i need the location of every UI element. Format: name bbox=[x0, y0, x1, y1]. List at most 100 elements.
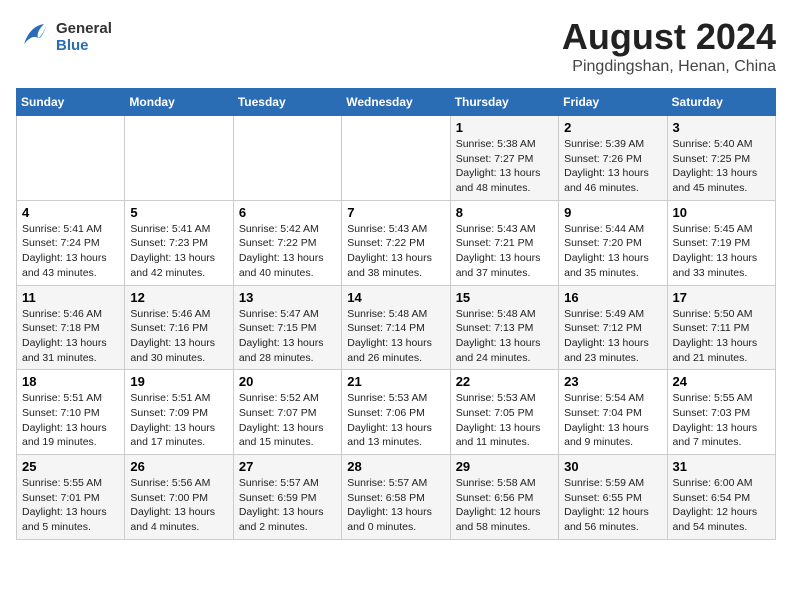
day-info: Sunrise: 5:41 AM Sunset: 7:23 PM Dayligh… bbox=[130, 222, 227, 281]
day-number: 16 bbox=[564, 290, 661, 305]
calendar-cell: 30 Sunrise: 5:59 AM Sunset: 6:55 PM Dayli… bbox=[559, 455, 667, 540]
day-number: 3 bbox=[673, 120, 770, 135]
week-row-4: 18 Sunrise: 5:51 AM Sunset: 7:10 PM Dayli… bbox=[17, 370, 776, 455]
header: General Blue August 2024 Pingdingshan, H… bbox=[16, 16, 776, 76]
day-info: Sunrise: 5:50 AM Sunset: 7:11 PM Dayligh… bbox=[673, 307, 770, 366]
day-number: 12 bbox=[130, 290, 227, 305]
logo: General Blue bbox=[16, 16, 112, 58]
calendar-cell bbox=[17, 116, 125, 201]
day-info: Sunrise: 5:45 AM Sunset: 7:19 PM Dayligh… bbox=[673, 222, 770, 281]
calendar-cell: 25 Sunrise: 5:55 AM Sunset: 7:01 PM Dayli… bbox=[17, 455, 125, 540]
day-number: 8 bbox=[456, 205, 553, 220]
day-info: Sunrise: 5:44 AM Sunset: 7:20 PM Dayligh… bbox=[564, 222, 661, 281]
calendar-cell: 8 Sunrise: 5:43 AM Sunset: 7:21 PM Daylig… bbox=[450, 200, 558, 285]
calendar-cell: 13Sunrise: 5:47 AM Sunset: 7:15 PM Dayli… bbox=[233, 285, 341, 370]
calendar-cell: 17Sunrise: 5:50 AM Sunset: 7:11 PM Dayli… bbox=[667, 285, 775, 370]
calendar-cell: 21 Sunrise: 5:53 AM Sunset: 7:06 PM Dayli… bbox=[342, 370, 450, 455]
day-info: Sunrise: 5:53 AM Sunset: 7:06 PM Dayligh… bbox=[347, 391, 444, 450]
calendar-cell: 20Sunrise: 5:52 AM Sunset: 7:07 PM Dayli… bbox=[233, 370, 341, 455]
day-number: 7 bbox=[347, 205, 444, 220]
header-day-wednesday: Wednesday bbox=[342, 89, 450, 116]
logo-bird-icon bbox=[16, 16, 52, 58]
day-info: Sunrise: 5:54 AM Sunset: 7:04 PM Dayligh… bbox=[564, 391, 661, 450]
day-number: 22 bbox=[456, 374, 553, 389]
day-info: Sunrise: 5:55 AM Sunset: 7:03 PM Dayligh… bbox=[673, 391, 770, 450]
day-info: Sunrise: 5:46 AM Sunset: 7:16 PM Dayligh… bbox=[130, 307, 227, 366]
day-info: Sunrise: 5:38 AM Sunset: 7:27 PM Dayligh… bbox=[456, 137, 553, 196]
day-number: 1 bbox=[456, 120, 553, 135]
day-number: 6 bbox=[239, 205, 336, 220]
calendar-cell: 7 Sunrise: 5:43 AM Sunset: 7:22 PM Daylig… bbox=[342, 200, 450, 285]
main-title: August 2024 bbox=[562, 16, 776, 58]
calendar-cell: 14 Sunrise: 5:48 AM Sunset: 7:14 PM Dayli… bbox=[342, 285, 450, 370]
header-day-saturday: Saturday bbox=[667, 89, 775, 116]
calendar-cell: 19Sunrise: 5:51 AM Sunset: 7:09 PM Dayli… bbox=[125, 370, 233, 455]
day-info: Sunrise: 5:58 AM Sunset: 6:56 PM Dayligh… bbox=[456, 476, 553, 535]
subtitle: Pingdingshan, Henan, China bbox=[562, 58, 776, 76]
header-day-thursday: Thursday bbox=[450, 89, 558, 116]
calendar-body: 1 Sunrise: 5:38 AM Sunset: 7:27 PM Daylig… bbox=[17, 116, 776, 540]
calendar-cell: 26 Sunrise: 5:56 AM Sunset: 7:00 PM Dayli… bbox=[125, 455, 233, 540]
day-info: Sunrise: 5:52 AM Sunset: 7:07 PM Dayligh… bbox=[239, 391, 336, 450]
calendar-cell: 23Sunrise: 5:54 AM Sunset: 7:04 PM Dayli… bbox=[559, 370, 667, 455]
calendar-header: SundayMondayTuesdayWednesdayThursdayFrid… bbox=[17, 89, 776, 116]
day-number: 4 bbox=[22, 205, 119, 220]
calendar-cell: 12 Sunrise: 5:46 AM Sunset: 7:16 PM Dayli… bbox=[125, 285, 233, 370]
calendar-cell: 2 Sunrise: 5:39 AM Sunset: 7:26 PM Daylig… bbox=[559, 116, 667, 201]
calendar-cell: 18 Sunrise: 5:51 AM Sunset: 7:10 PM Dayli… bbox=[17, 370, 125, 455]
day-info: Sunrise: 5:53 AM Sunset: 7:05 PM Dayligh… bbox=[456, 391, 553, 450]
day-number: 19 bbox=[130, 374, 227, 389]
day-info: Sunrise: 5:57 AM Sunset: 6:59 PM Dayligh… bbox=[239, 476, 336, 535]
day-number: 24 bbox=[673, 374, 770, 389]
calendar-cell bbox=[233, 116, 341, 201]
day-number: 28 bbox=[347, 459, 444, 474]
calendar-cell: 31 Sunrise: 6:00 AM Sunset: 6:54 PM Dayli… bbox=[667, 455, 775, 540]
day-number: 2 bbox=[564, 120, 661, 135]
day-number: 11 bbox=[22, 290, 119, 305]
day-number: 14 bbox=[347, 290, 444, 305]
day-number: 13 bbox=[239, 290, 336, 305]
calendar-cell bbox=[125, 116, 233, 201]
calendar-cell: 3 Sunrise: 5:40 AM Sunset: 7:25 PM Daylig… bbox=[667, 116, 775, 201]
day-info: Sunrise: 6:00 AM Sunset: 6:54 PM Dayligh… bbox=[673, 476, 770, 535]
calendar-cell bbox=[342, 116, 450, 201]
day-info: Sunrise: 5:43 AM Sunset: 7:21 PM Dayligh… bbox=[456, 222, 553, 281]
day-info: Sunrise: 5:55 AM Sunset: 7:01 PM Dayligh… bbox=[22, 476, 119, 535]
calendar-cell: 6 Sunrise: 5:42 AM Sunset: 7:22 PM Daylig… bbox=[233, 200, 341, 285]
day-number: 25 bbox=[22, 459, 119, 474]
day-number: 27 bbox=[239, 459, 336, 474]
week-row-2: 4Sunrise: 5:41 AM Sunset: 7:24 PM Daylig… bbox=[17, 200, 776, 285]
calendar-cell: 9 Sunrise: 5:44 AM Sunset: 7:20 PM Daylig… bbox=[559, 200, 667, 285]
header-row: SundayMondayTuesdayWednesdayThursdayFrid… bbox=[17, 89, 776, 116]
header-day-monday: Monday bbox=[125, 89, 233, 116]
day-info: Sunrise: 5:43 AM Sunset: 7:22 PM Dayligh… bbox=[347, 222, 444, 281]
calendar-cell: 16Sunrise: 5:49 AM Sunset: 7:12 PM Dayli… bbox=[559, 285, 667, 370]
day-info: Sunrise: 5:59 AM Sunset: 6:55 PM Dayligh… bbox=[564, 476, 661, 535]
week-row-5: 25 Sunrise: 5:55 AM Sunset: 7:01 PM Dayli… bbox=[17, 455, 776, 540]
day-info: Sunrise: 5:39 AM Sunset: 7:26 PM Dayligh… bbox=[564, 137, 661, 196]
day-number: 15 bbox=[456, 290, 553, 305]
day-number: 30 bbox=[564, 459, 661, 474]
calendar-cell: 5Sunrise: 5:41 AM Sunset: 7:23 PM Daylig… bbox=[125, 200, 233, 285]
day-info: Sunrise: 5:42 AM Sunset: 7:22 PM Dayligh… bbox=[239, 222, 336, 281]
calendar-cell: 10Sunrise: 5:45 AM Sunset: 7:19 PM Dayli… bbox=[667, 200, 775, 285]
day-info: Sunrise: 5:48 AM Sunset: 7:14 PM Dayligh… bbox=[347, 307, 444, 366]
header-day-tuesday: Tuesday bbox=[233, 89, 341, 116]
calendar-cell: 11 Sunrise: 5:46 AM Sunset: 7:18 PM Dayli… bbox=[17, 285, 125, 370]
header-day-friday: Friday bbox=[559, 89, 667, 116]
calendar-cell: 28 Sunrise: 5:57 AM Sunset: 6:58 PM Dayli… bbox=[342, 455, 450, 540]
day-info: Sunrise: 5:57 AM Sunset: 6:58 PM Dayligh… bbox=[347, 476, 444, 535]
day-number: 26 bbox=[130, 459, 227, 474]
calendar-cell: 4Sunrise: 5:41 AM Sunset: 7:24 PM Daylig… bbox=[17, 200, 125, 285]
day-number: 21 bbox=[347, 374, 444, 389]
week-row-3: 11 Sunrise: 5:46 AM Sunset: 7:18 PM Dayli… bbox=[17, 285, 776, 370]
day-info: Sunrise: 5:56 AM Sunset: 7:00 PM Dayligh… bbox=[130, 476, 227, 535]
day-info: Sunrise: 5:46 AM Sunset: 7:18 PM Dayligh… bbox=[22, 307, 119, 366]
day-number: 31 bbox=[673, 459, 770, 474]
day-number: 18 bbox=[22, 374, 119, 389]
day-number: 9 bbox=[564, 205, 661, 220]
logo-text-blue: Blue bbox=[56, 37, 112, 54]
day-info: Sunrise: 5:51 AM Sunset: 7:10 PM Dayligh… bbox=[22, 391, 119, 450]
day-info: Sunrise: 5:40 AM Sunset: 7:25 PM Dayligh… bbox=[673, 137, 770, 196]
calendar-cell: 27 Sunrise: 5:57 AM Sunset: 6:59 PM Dayli… bbox=[233, 455, 341, 540]
